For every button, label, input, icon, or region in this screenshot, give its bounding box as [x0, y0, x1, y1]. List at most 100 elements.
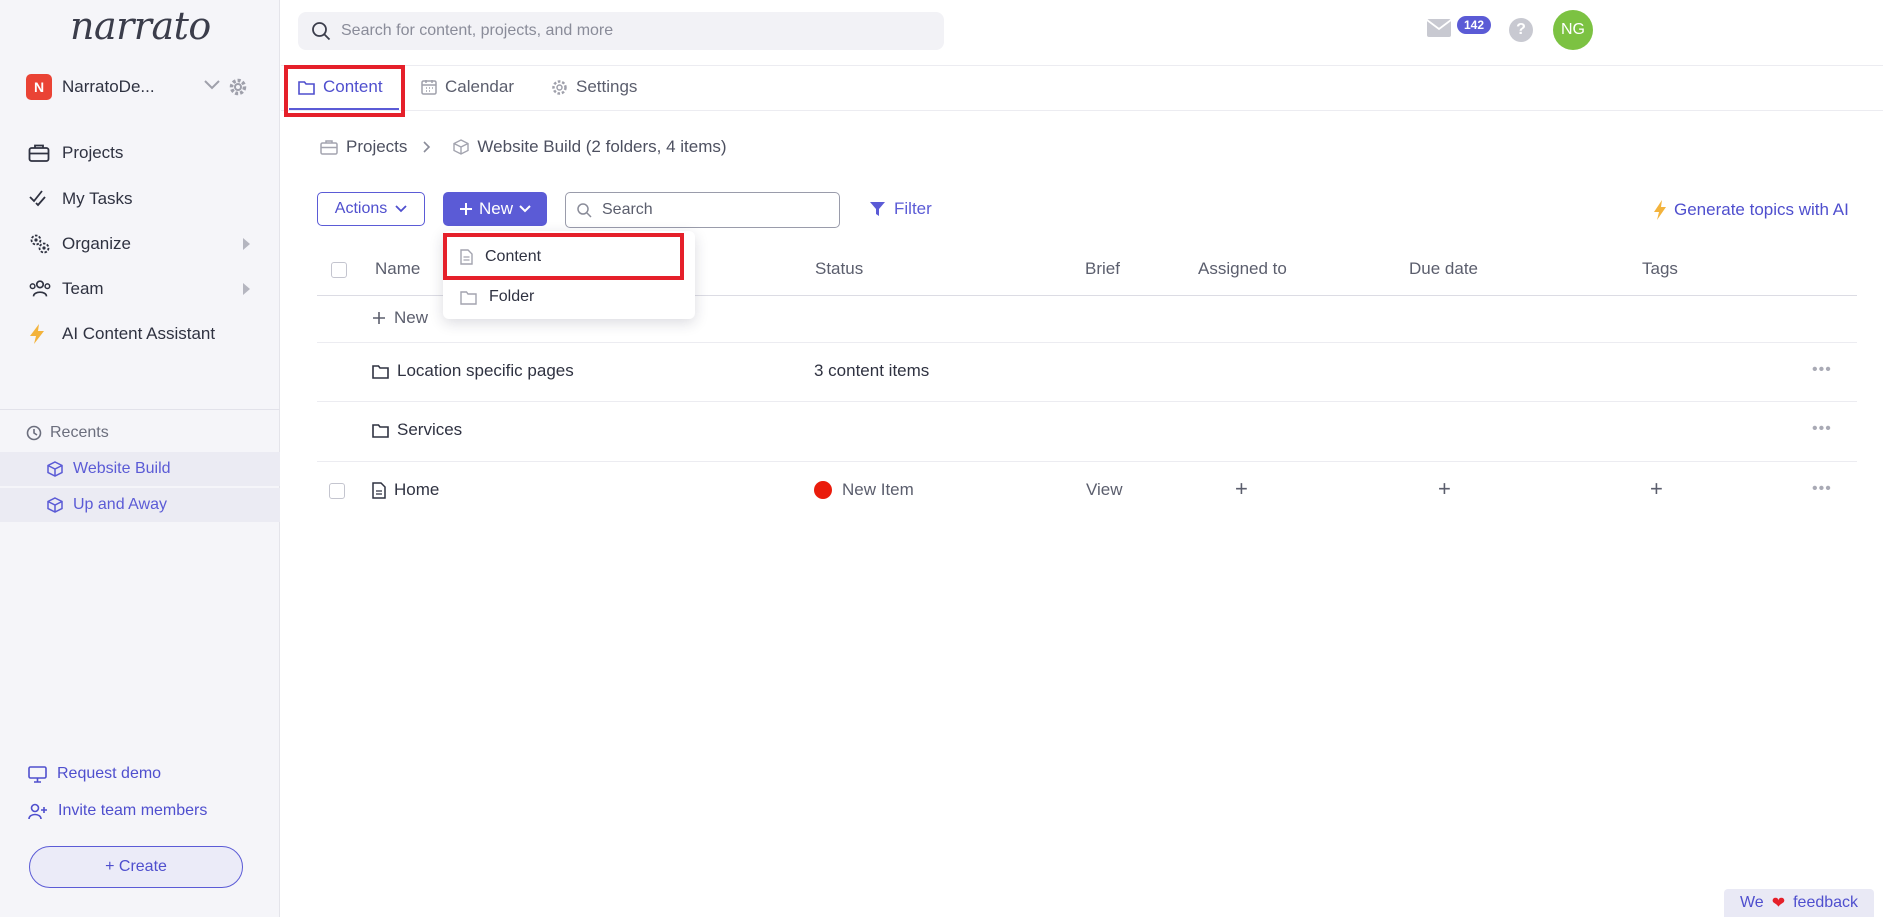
row-checkbox[interactable] — [329, 483, 345, 499]
actions-label: Actions — [334, 200, 388, 217]
new-button[interactable]: New — [443, 192, 547, 226]
menu-item-folder[interactable]: Folder — [443, 277, 695, 317]
global-search-placeholder: Search for content, projects, and more — [341, 22, 614, 39]
new-row-button[interactable]: New — [372, 308, 428, 328]
filter-button[interactable]: Filter — [869, 199, 932, 219]
search-icon — [566, 202, 602, 218]
folder-icon — [372, 364, 397, 379]
filter-icon — [869, 201, 894, 217]
tab-label: Settings — [576, 77, 638, 96]
table-row-name[interactable]: Services — [372, 420, 462, 440]
chevron-down-icon — [387, 205, 407, 213]
plus-icon — [372, 311, 394, 325]
search-input[interactable]: Search — [565, 192, 840, 228]
plus-icon — [453, 202, 479, 216]
top-bar: Search for content, projects, and more — [281, 0, 1883, 66]
sidebar-item-ai-content-assistant[interactable]: AI Content Assistant — [28, 319, 254, 349]
global-search-input[interactable]: Search for content, projects, and more — [298, 12, 944, 50]
cube-icon — [0, 461, 73, 477]
brief-view-link[interactable]: View — [1086, 480, 1123, 500]
column-header-tags[interactable]: Tags — [1642, 259, 1678, 279]
sidebar-item-organize[interactable]: Organize — [28, 229, 254, 259]
tabs-divider — [281, 110, 1883, 111]
user-avatar[interactable]: NG — [1553, 10, 1593, 50]
feedback-we: We — [1739, 894, 1764, 911]
row-status: 3 content items — [814, 361, 930, 380]
add-tag-icon[interactable]: + — [1650, 476, 1663, 502]
column-header-due-date[interactable]: Due date — [1409, 259, 1478, 279]
cube-icon — [0, 497, 73, 513]
row-name-label: Location specific pages — [397, 361, 574, 380]
new-row-label: New — [394, 308, 429, 327]
recents-header: Recents — [26, 424, 109, 442]
recent-item-up-and-away[interactable]: Up and Away — [0, 488, 280, 522]
row-divider — [317, 342, 1857, 343]
recent-item-website-build[interactable]: Website Build — [0, 452, 280, 486]
tab-calendar[interactable]: Calendar — [421, 74, 514, 100]
menu-item-label: Folder — [489, 288, 535, 305]
feedback-button[interactable]: We ❤ feedback — [1724, 889, 1874, 917]
sidebar-item-label: Team — [62, 279, 104, 298]
recent-item-label: Website Build — [73, 460, 171, 477]
expand-arrow-icon[interactable] — [243, 283, 250, 295]
actions-button[interactable]: Actions — [317, 192, 425, 226]
row-more-icon[interactable]: ••• — [1812, 420, 1832, 438]
narrato-logo[interactable]: narrato — [70, 4, 211, 48]
help-icon[interactable]: ? — [1509, 18, 1533, 42]
column-header-brief[interactable]: Brief — [1085, 259, 1120, 279]
chevron-down-icon[interactable] — [204, 80, 220, 90]
column-header-assigned-to[interactable]: Assigned to — [1198, 259, 1287, 279]
monitor-icon — [28, 765, 57, 783]
row-more-icon[interactable]: ••• — [1812, 361, 1832, 379]
mail-count-badge: 142 — [1457, 16, 1491, 34]
sidebar-item-label: Projects — [62, 143, 124, 162]
table-row-name[interactable]: Location specific pages — [372, 361, 574, 381]
tab-highlight-box — [284, 65, 405, 117]
column-header-name[interactable]: Name — [375, 259, 420, 279]
invite-team-members-link[interactable]: Invite team members — [28, 802, 207, 820]
new-label: New — [478, 199, 513, 218]
cube-icon — [453, 139, 477, 155]
column-header-status[interactable]: Status — [815, 259, 863, 279]
row-more-icon[interactable]: ••• — [1812, 480, 1832, 498]
chevron-down-icon — [513, 205, 537, 213]
add-user-icon — [28, 803, 58, 820]
recents-title: Recents — [50, 424, 109, 441]
calendar-icon — [421, 79, 445, 95]
add-assignee-icon[interactable]: + — [1235, 476, 1248, 502]
org-name: NarratoDe... — [62, 77, 155, 96]
request-demo-link[interactable]: Request demo — [28, 765, 161, 783]
heart-icon: ❤ — [1771, 895, 1786, 912]
lightning-icon — [28, 323, 52, 345]
sidebar-item-label: AI Content Assistant — [62, 324, 216, 343]
create-button[interactable]: + Create — [29, 846, 243, 888]
sidebar: narrato N NarratoDe... Projects My Tasks… — [0, 0, 280, 917]
breadcrumb-projects-link[interactable]: Projects — [346, 137, 407, 157]
org-switcher[interactable]: N NarratoDe... — [26, 74, 256, 100]
lightning-icon — [1652, 199, 1674, 221]
tab-settings[interactable]: Settings — [551, 74, 637, 100]
briefcase-icon — [320, 139, 346, 155]
sidebar-item-projects[interactable]: Projects — [28, 138, 254, 168]
row-name-label: Services — [397, 420, 463, 439]
row-divider — [317, 401, 1857, 402]
recent-item-label: Up and Away — [73, 496, 167, 513]
mail-icon[interactable] — [1426, 18, 1452, 38]
status-dot — [814, 481, 832, 499]
select-all-checkbox[interactable] — [331, 262, 347, 278]
org-avatar: N — [26, 74, 52, 100]
table-row-name[interactable]: Home — [372, 480, 439, 500]
clock-icon — [26, 425, 50, 441]
add-due-date-icon[interactable]: + — [1438, 476, 1451, 502]
sidebar-item-team[interactable]: Team — [28, 274, 254, 304]
sidebar-item-label: Organize — [62, 234, 131, 253]
expand-arrow-icon[interactable] — [243, 238, 250, 250]
gear-icon[interactable] — [228, 77, 248, 97]
generate-label: Generate topics with AI — [1674, 200, 1849, 219]
folder-icon — [372, 423, 397, 438]
row-status[interactable]: New Item — [814, 480, 914, 500]
sidebar-divider — [0, 409, 280, 410]
sidebar-item-my-tasks[interactable]: My Tasks — [28, 184, 254, 214]
generate-topics-ai-button[interactable]: Generate topics with AI — [1652, 199, 1849, 221]
gears-icon — [28, 233, 52, 255]
